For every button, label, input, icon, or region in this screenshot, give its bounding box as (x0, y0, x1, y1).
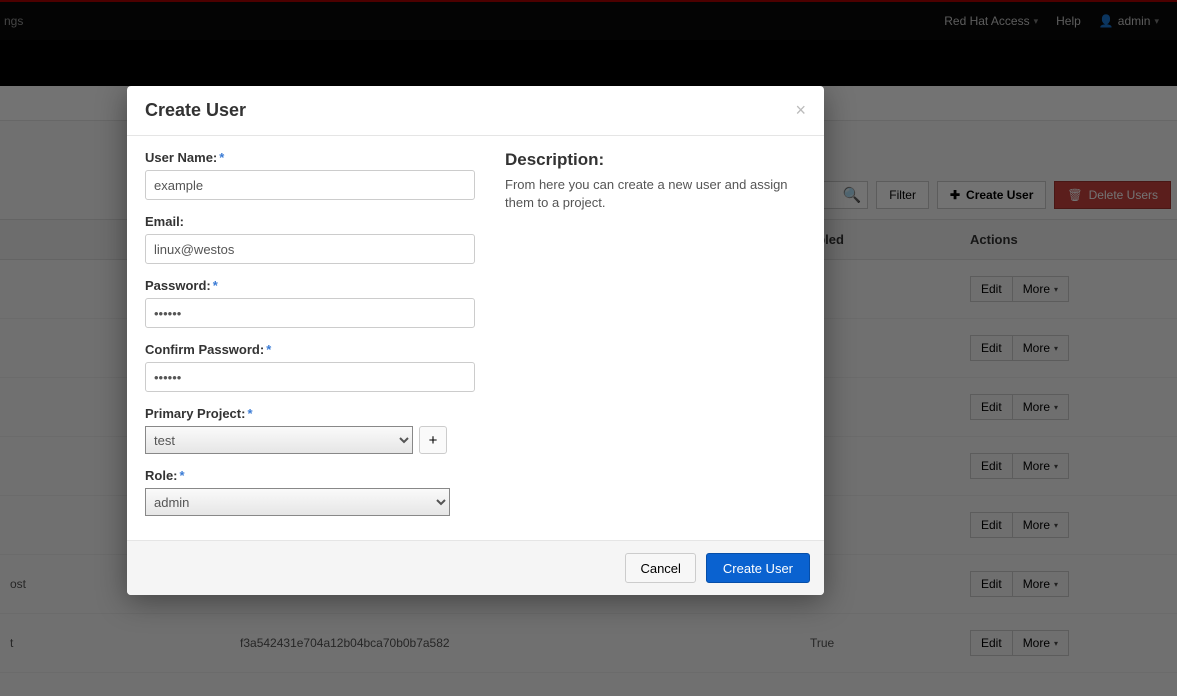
add-project-button[interactable]: + (419, 426, 447, 454)
submit-create-user-button[interactable]: Create User (706, 553, 810, 583)
modal-body: User Name:* Email: Password:* Confirm Pa… (127, 136, 824, 540)
description-column: Description: From here you can create a … (505, 150, 806, 520)
description-text: From here you can create a new user and … (505, 176, 806, 212)
username-label: User Name:* (145, 150, 475, 165)
password-label-text: Password: (145, 278, 211, 293)
primary-project-label: Primary Project:* (145, 406, 475, 421)
username-input[interactable] (145, 170, 475, 200)
required-marker: * (213, 278, 218, 293)
required-marker: * (219, 150, 224, 165)
description-heading: Description: (505, 150, 806, 170)
primary-project-select[interactable]: test (145, 426, 413, 454)
role-label: Role:* (145, 468, 475, 483)
password-label: Password:* (145, 278, 475, 293)
create-user-modal: Create User × User Name:* Email: Passwor… (127, 86, 824, 595)
confirm-password-label: Confirm Password:* (145, 342, 475, 357)
role-select[interactable]: admin (145, 488, 450, 516)
email-input[interactable] (145, 234, 475, 264)
required-marker: * (247, 406, 252, 421)
required-marker: * (266, 342, 271, 357)
email-label: Email: (145, 214, 475, 229)
modal-footer: Cancel Create User (127, 540, 824, 595)
required-marker: * (180, 468, 185, 483)
modal-title: Create User (145, 100, 246, 121)
project-label-text: Primary Project: (145, 406, 245, 421)
form-column: User Name:* Email: Password:* Confirm Pa… (145, 150, 475, 520)
username-label-text: User Name: (145, 150, 217, 165)
cancel-button[interactable]: Cancel (625, 553, 695, 583)
password-input[interactable] (145, 298, 475, 328)
confirm-label-text: Confirm Password: (145, 342, 264, 357)
role-label-text: Role: (145, 468, 178, 483)
confirm-password-input[interactable] (145, 362, 475, 392)
close-icon[interactable]: × (795, 100, 806, 121)
modal-header: Create User × (127, 86, 824, 136)
